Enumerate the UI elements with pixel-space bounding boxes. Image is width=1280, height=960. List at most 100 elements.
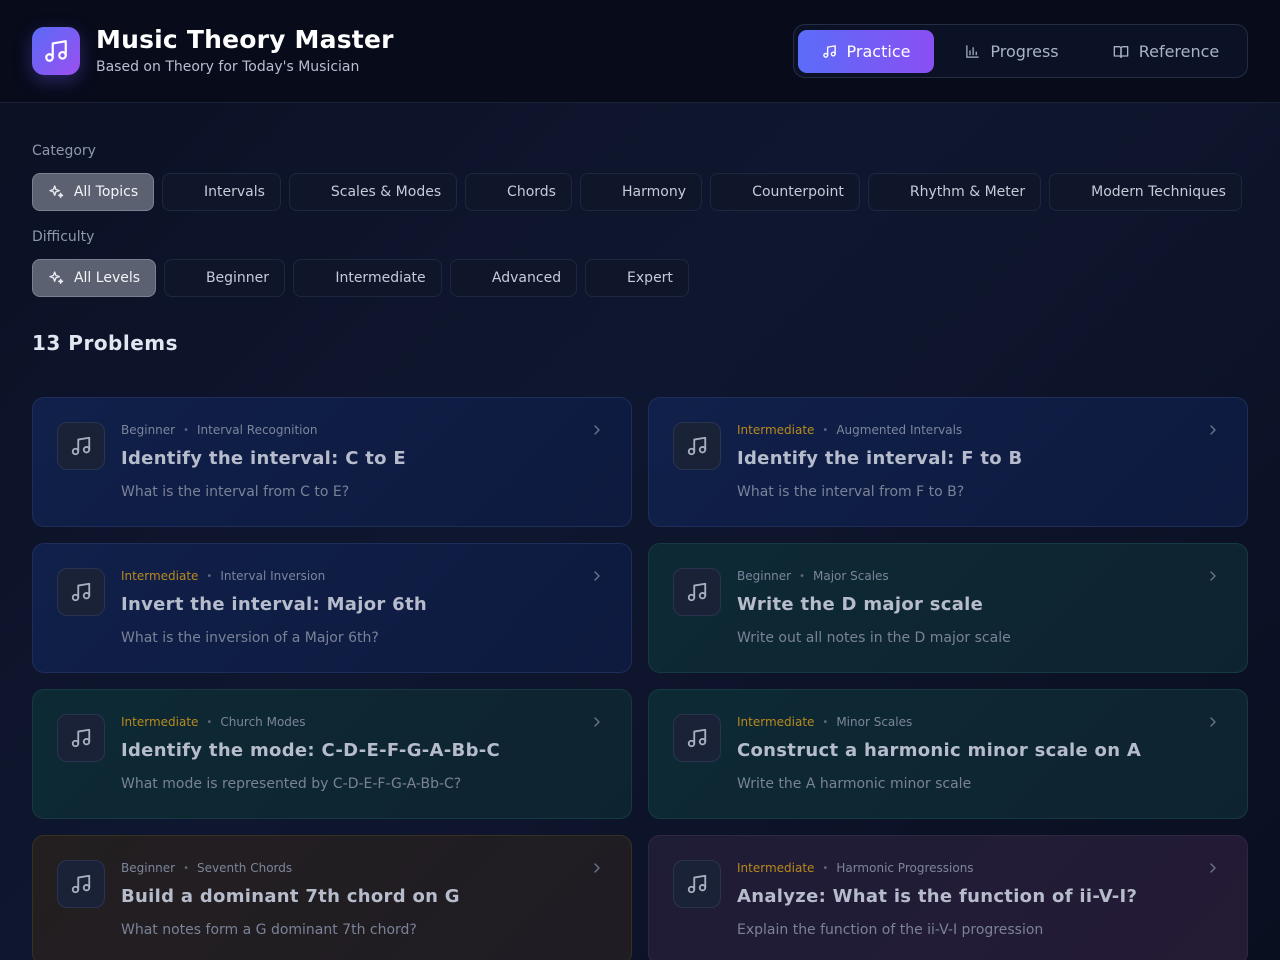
chevron-right-icon: [1210, 717, 1216, 727]
card-description: What notes form a G dominant 7th chord?: [121, 922, 417, 938]
difficulty-chip-beginner[interactable]: Beginner: [164, 259, 285, 297]
chevron-right-icon: [594, 717, 600, 727]
card-meta: Beginner • Major Scales: [737, 569, 889, 583]
card-description: Explain the function of the ii-V-I progr…: [737, 922, 1044, 938]
lightning-icon: [1065, 184, 1081, 200]
chip-label: Beginner: [205, 270, 270, 286]
app-header: Music Theory Master Based on Theory for …: [0, 0, 1280, 103]
card-title: Analyze: What is the function of ii-V-I?: [737, 886, 1138, 907]
card-title: Identify the interval: F to B: [737, 448, 1023, 469]
card-meta: Intermediate • Augmented Intervals: [737, 423, 962, 437]
book-icon: [1113, 45, 1129, 58]
advanced-icon: [466, 270, 482, 286]
beginner-icon: [180, 270, 196, 286]
card-title: Write the D major scale: [737, 594, 984, 615]
category-chip-rhythm-meter[interactable]: Rhythm & Meter: [868, 173, 1041, 211]
topic-label: Augmented Intervals: [836, 423, 963, 437]
card-meta: Intermediate • Minor Scales: [737, 715, 912, 729]
difficulty-chip-advanced[interactable]: Advanced: [450, 259, 577, 297]
main-nav: Practice Progress Reference: [793, 24, 1248, 78]
meta-separator: •: [822, 716, 829, 728]
tab-progress[interactable]: Progress: [942, 30, 1082, 73]
chip-label: Counterpoint: [752, 184, 844, 200]
card-icon-box: [673, 422, 721, 470]
bar-chart-icon: [966, 45, 980, 58]
category-label: Category: [32, 143, 96, 159]
chevron-right-icon: [594, 863, 600, 873]
category-chip-chords[interactable]: Chords: [465, 173, 572, 211]
app-title: Music Theory Master: [96, 25, 394, 54]
category-chip-all-topics[interactable]: All Topics: [32, 173, 154, 211]
app-logo: [32, 27, 80, 75]
chevron-right-icon: [1210, 863, 1216, 873]
problem-card[interactable]: Intermediate • Minor Scales Construct a …: [648, 689, 1248, 819]
card-description: What mode is represented by C-D-E-F-G-A-…: [121, 776, 462, 792]
difficulty-chip-all-levels[interactable]: All Levels: [32, 259, 156, 297]
app-subtitle: Based on Theory for Today's Musician: [96, 59, 360, 75]
chip-label: Scales & Modes: [330, 184, 442, 200]
problem-card[interactable]: Intermediate • Augmented Intervals Ident…: [648, 397, 1248, 527]
topic-label: Harmonic Progressions: [836, 861, 974, 875]
chip-label: All Levels: [73, 270, 141, 286]
difficulty-badge: Beginner: [121, 423, 176, 437]
difficulty-chip-expert[interactable]: Expert: [585, 259, 689, 297]
category-chip-counterpoint[interactable]: Counterpoint: [710, 173, 860, 211]
topic-label: Minor Scales: [836, 715, 913, 729]
chevron-right-icon: [1210, 425, 1216, 435]
card-icon-box: [673, 860, 721, 908]
tab-progress-label: Progress: [990, 42, 1059, 61]
card-title: Identify the mode: C-D-E-F-G-A-Bb-C: [121, 740, 501, 761]
card-icon-box: [57, 714, 105, 762]
meta-separator: •: [183, 424, 189, 436]
problem-card[interactable]: Beginner • Major Scales Write the D majo…: [648, 543, 1248, 673]
chevron-right-icon: [594, 571, 600, 581]
category-chip-scales-modes[interactable]: Scales & Modes: [289, 173, 457, 211]
category-chip-harmony[interactable]: Harmony: [580, 173, 702, 211]
topic-label: Church Modes: [220, 715, 306, 729]
card-title: Construct a harmonic minor scale on A: [737, 740, 1142, 761]
card-meta: Intermediate • Harmonic Progressions: [737, 861, 974, 875]
music-note-icon: [71, 436, 91, 456]
card-icon-box: [57, 860, 105, 908]
chip-label: All Topics: [73, 184, 139, 200]
chords-icon: [481, 184, 497, 200]
tab-reference[interactable]: Reference: [1090, 30, 1242, 73]
topic-label: Interval Recognition: [197, 423, 318, 437]
card-icon-box: [673, 714, 721, 762]
problem-card[interactable]: Intermediate • Interval Inversion Invert…: [32, 543, 632, 673]
problem-card[interactable]: Intermediate • Harmonic Progressions Ana…: [648, 835, 1248, 960]
music-note-icon: [45, 40, 67, 62]
counterpoint-icon: [726, 184, 742, 200]
music-note-icon: [687, 436, 707, 456]
difficulty-badge: Intermediate: [737, 423, 815, 437]
chevron-right-icon: [1210, 571, 1216, 581]
tab-practice-label: Practice: [846, 42, 911, 61]
card-description: What is the interval from F to B?: [737, 484, 965, 500]
problem-card[interactable]: Intermediate • Church Modes Identify the…: [32, 689, 632, 819]
problem-count: 13 Problems: [32, 331, 179, 355]
problem-card[interactable]: Beginner • Seventh Chords Build a domina…: [32, 835, 632, 960]
card-icon-box: [57, 568, 105, 616]
music-note-icon: [687, 728, 707, 748]
card-icon-box: [57, 422, 105, 470]
difficulty-badge: Beginner: [737, 569, 792, 583]
card-meta: Intermediate • Church Modes: [121, 715, 306, 729]
problem-card[interactable]: Beginner • Interval Recognition Identify…: [32, 397, 632, 527]
chip-label: Rhythm & Meter: [909, 184, 1026, 200]
category-chip-intervals[interactable]: Intervals: [162, 173, 281, 211]
music-note-icon: [687, 582, 707, 602]
meta-separator: •: [822, 862, 829, 874]
music-note-icon: [71, 874, 91, 894]
category-chip-modern-techniques[interactable]: Modern Techniques: [1049, 173, 1242, 211]
chip-label: Harmony: [622, 184, 686, 200]
clock-icon: [884, 184, 900, 200]
tab-practice[interactable]: Practice: [798, 30, 934, 73]
chevron-right-icon: [594, 425, 600, 435]
sparkles-icon: [49, 185, 64, 198]
difficulty-badge: Intermediate: [121, 569, 199, 583]
meta-separator: •: [822, 424, 829, 436]
card-title: Invert the interval: Major 6th: [121, 594, 427, 615]
scales-icon: [305, 184, 321, 200]
difficulty-chip-intermediate[interactable]: Intermediate: [293, 259, 442, 297]
difficulty-badge: Intermediate: [121, 715, 199, 729]
